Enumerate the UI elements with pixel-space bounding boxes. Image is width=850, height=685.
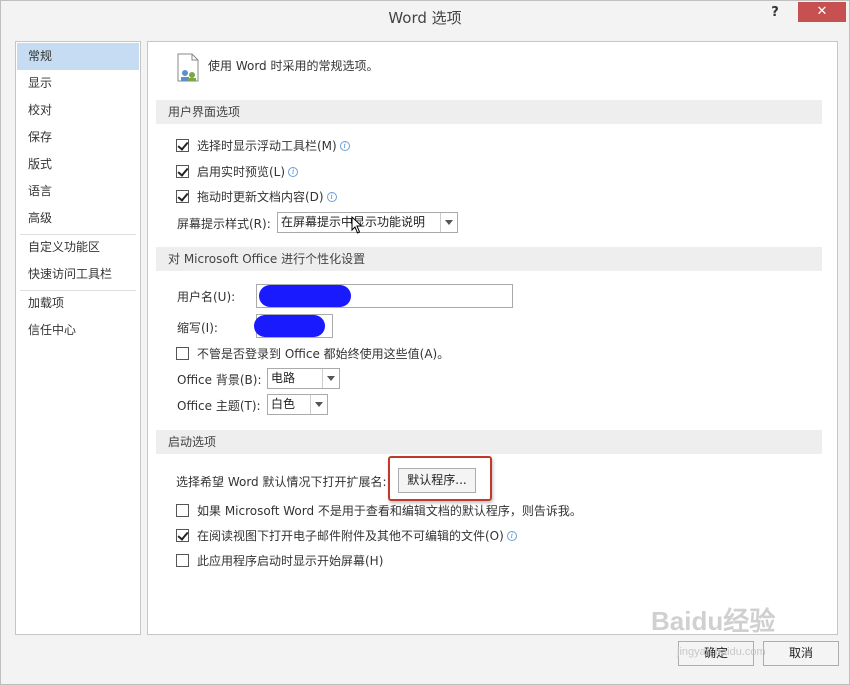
chevron-down-icon[interactable]	[440, 213, 457, 232]
redaction-mark	[259, 285, 351, 307]
help-button[interactable]: ?	[763, 2, 787, 24]
default-extension-label: 选择希望 Word 默认情况下打开扩展名:	[176, 474, 387, 489]
section-header-personalize: 对 Microsoft Office 进行个性化设置	[156, 247, 822, 271]
tell-me-label: 如果 Microsoft Word 不是用于查看和编辑文档的默认程序，则告诉我。	[197, 504, 582, 518]
cancel-button[interactable]: 取消	[763, 641, 839, 666]
sidebar-item-trust-center[interactable]: 信任中心	[17, 317, 139, 344]
window-title: Word 选项	[388, 9, 462, 27]
sidebar-item-customize-ribbon[interactable]: 自定义功能区	[17, 234, 139, 261]
office-background-label: Office 背景(B):	[177, 372, 262, 387]
start-screen-label: 此应用程序启动时显示开始屏幕(H)	[197, 554, 384, 568]
live-preview-checkbox[interactable]	[176, 165, 189, 178]
minitoolbar-checkbox[interactable]	[176, 139, 189, 152]
option-live-preview[interactable]: 启用实时预览(L) i	[176, 163, 299, 180]
option-show-start-screen[interactable]: 此应用程序启动时显示开始屏幕(H)	[176, 552, 383, 569]
baidu-watermark: Baidu经验	[651, 606, 776, 636]
mouse-cursor-icon	[351, 216, 363, 234]
option-update-on-drag[interactable]: 拖动时更新文档内容(D) i	[176, 188, 337, 205]
chevron-down-icon[interactable]	[310, 395, 327, 414]
always-use-label: 不管是否登录到 Office 都始终使用这些值(A)。	[197, 347, 450, 361]
title-bar: Word 选项 ? ✕	[1, 1, 849, 31]
office-theme-select[interactable]: 白色	[267, 394, 328, 415]
default-programs-button[interactable]: 默认程序...	[398, 468, 476, 493]
update-on-drag-checkbox[interactable]	[176, 190, 189, 203]
intro-text: 使用 Word 时采用的常规选项。	[208, 58, 379, 73]
always-use-checkbox[interactable]	[176, 347, 189, 360]
sidebar-item-quick-access-toolbar[interactable]: 快速访问工具栏	[17, 261, 139, 288]
sidebar-item-general[interactable]: 常规	[17, 43, 139, 70]
office-background-select[interactable]: 电路	[267, 368, 340, 389]
username-label: 用户名(U):	[177, 289, 236, 304]
sidebar-item-language[interactable]: 语言	[17, 178, 139, 205]
option-always-use-values[interactable]: 不管是否登录到 Office 都始终使用这些值(A)。	[176, 345, 449, 362]
initials-label: 缩写(I):	[177, 320, 218, 335]
sidebar-item-advanced[interactable]: 高级	[17, 205, 139, 232]
section-header-ui-options: 用户界面选项	[156, 100, 822, 124]
general-options-icon	[177, 53, 199, 82]
sidebar-item-typography[interactable]: 版式	[17, 151, 139, 178]
start-screen-checkbox[interactable]	[176, 554, 189, 567]
info-icon: i	[506, 530, 517, 541]
baidu-watermark-url: jingyan.baidu.com	[677, 646, 766, 658]
sidebar-item-proofing[interactable]: 校对	[17, 97, 139, 124]
office-theme-value: 白色	[271, 397, 296, 411]
option-tell-me-not-default[interactable]: 如果 Microsoft Word 不是用于查看和编辑文档的默认程序，则告诉我。	[176, 502, 582, 519]
option-reading-view[interactable]: 在阅读视图下打开电子邮件附件及其他不可编辑的文件(O) i	[176, 527, 517, 544]
option-show-minitoolbar[interactable]: 选择时显示浮动工具栏(M) i	[176, 137, 350, 154]
options-sidebar: 常规 显示 校对 保存 版式 语言 高级 自定义功能区 快速访问工具栏 加载项 …	[15, 41, 141, 635]
options-content-panel: 用户界面选项 对 Microsoft Office 进行个性化设置 启动选项	[147, 41, 838, 635]
redaction-mark	[254, 315, 325, 337]
office-background-value: 电路	[271, 371, 296, 385]
word-options-dialog: Word 选项 ? ✕ 常规 显示 校对 保存 版式 语言 高级 自定义功能区 …	[0, 0, 850, 685]
info-icon: i	[288, 166, 299, 177]
close-button[interactable]: ✕	[798, 2, 846, 22]
sidebar-item-addins[interactable]: 加载项	[17, 290, 139, 317]
section-header-startup: 启动选项	[156, 430, 822, 454]
minitoolbar-label: 选择时显示浮动工具栏(M)	[197, 139, 337, 153]
sidebar-item-save[interactable]: 保存	[17, 124, 139, 151]
live-preview-label: 启用实时预览(L)	[197, 165, 286, 179]
info-icon: i	[339, 140, 350, 151]
sidebar-item-display[interactable]: 显示	[17, 70, 139, 97]
reading-view-label: 在阅读视图下打开电子邮件附件及其他不可编辑的文件(O)	[197, 529, 504, 543]
reading-view-checkbox[interactable]	[176, 529, 189, 542]
update-on-drag-label: 拖动时更新文档内容(D)	[197, 190, 324, 204]
info-icon: i	[326, 191, 337, 202]
screentip-style-select[interactable]: 在屏幕提示中显示功能说明	[277, 212, 458, 233]
screentip-style-label: 屏幕提示样式(R):	[177, 217, 271, 231]
office-theme-label: Office 主题(T):	[177, 398, 261, 413]
chevron-down-icon[interactable]	[322, 369, 339, 388]
tell-me-checkbox[interactable]	[176, 504, 189, 517]
